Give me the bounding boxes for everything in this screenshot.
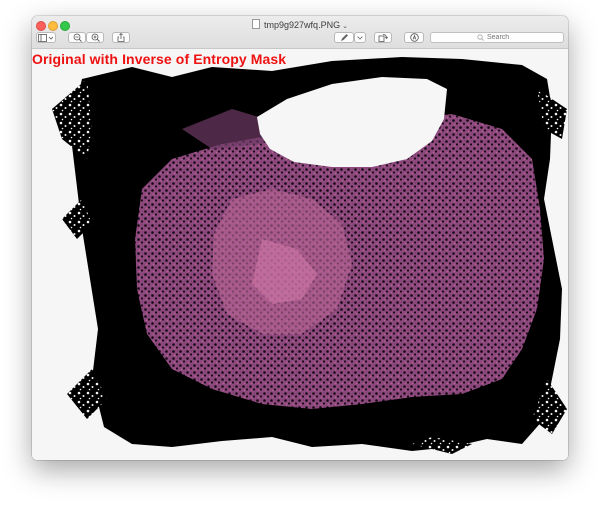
zoom-in-button[interactable] [86, 32, 104, 43]
markup-button[interactable] [334, 32, 354, 43]
preview-window: tmp9g927wfq.PNG ⌄ Search Original with I… [32, 16, 568, 460]
window-title-area[interactable]: tmp9g927wfq.PNG ⌄ [32, 19, 568, 33]
title-chevron-icon: ⌄ [342, 23, 348, 30]
zoom-out-icon [73, 33, 82, 42]
markup-menu-button[interactable] [354, 32, 366, 43]
sidebar-toggle-button[interactable] [36, 32, 56, 43]
search-icon [477, 34, 484, 41]
chevron-down-icon [357, 35, 363, 40]
share-button[interactable] [112, 32, 130, 43]
zoom-out-button[interactable] [68, 32, 86, 43]
zoom-in-icon [91, 33, 100, 42]
rotate-button[interactable] [374, 32, 392, 43]
markup-circle-icon [409, 33, 419, 42]
search-field[interactable] [430, 32, 564, 43]
rotate-icon [378, 34, 388, 42]
image-caption: Original with Inverse of Entropy Mask [32, 51, 287, 67]
sidebar-toggle-icon [38, 33, 54, 42]
pen-icon [340, 34, 348, 41]
annotate-button[interactable] [404, 32, 424, 43]
search-input[interactable] [487, 34, 517, 41]
window-title: tmp9g927wfq.PNG [264, 20, 341, 30]
document-icon [252, 19, 261, 29]
title-bar: tmp9g927wfq.PNG ⌄ [32, 16, 568, 49]
masked-tissue-image [32, 49, 568, 460]
share-icon [117, 33, 125, 42]
image-view: Original with Inverse of Entropy Mask [32, 49, 568, 460]
